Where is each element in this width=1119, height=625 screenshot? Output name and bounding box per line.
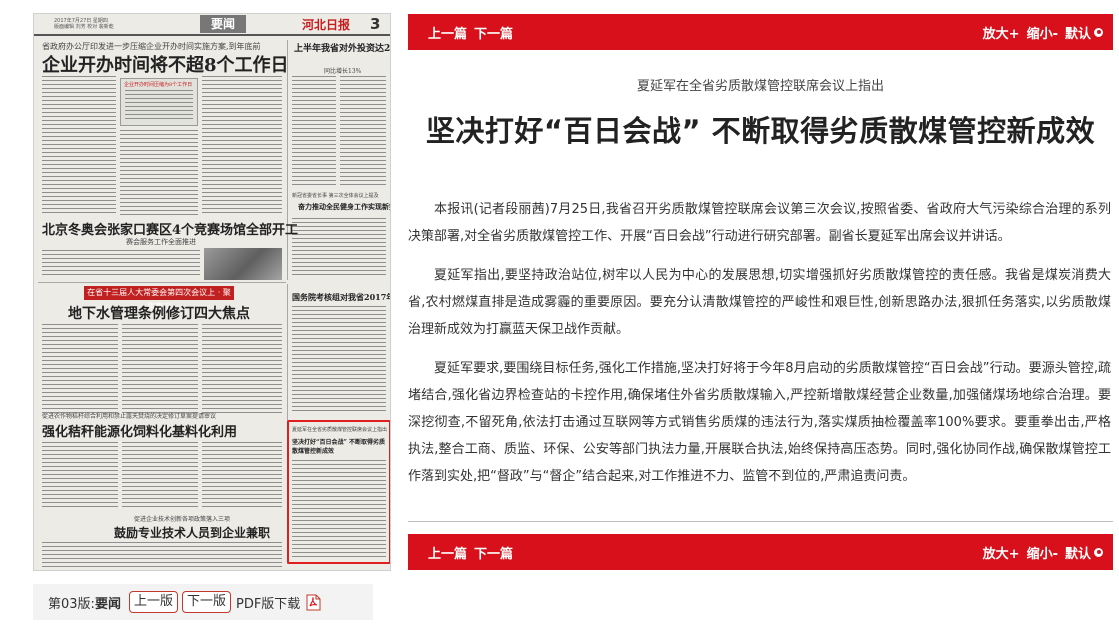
prev-article-button[interactable]: 上一篇 <box>428 23 467 42</box>
beijing-subheadline: 赛会服务工作全面推进 <box>126 238 196 246</box>
text-column <box>122 442 198 510</box>
talent-kicker: 促进企业技术创新各项政策落入三项 <box>134 516 231 523</box>
side-subheadline: 同比增长13% <box>324 68 362 75</box>
text-column <box>42 250 200 278</box>
reset-label: 默认 <box>1064 26 1091 42</box>
straw-kicker: 促进农作物秸秆综合利用和禁止露天焚烧的决定修订草案提请审议 <box>42 413 217 420</box>
text-column <box>42 442 118 510</box>
beijing-headline: 北京冬奥会张家口赛区4个竞赛场馆全部开工 <box>42 223 299 238</box>
info-box: 企业开办时间压缩为8个工作日 <box>120 78 198 126</box>
text-column <box>42 324 118 416</box>
next-article-button[interactable]: 下一篇 <box>474 543 513 562</box>
zoom-in-button[interactable]: 放大+ <box>983 543 1020 562</box>
next-article-button[interactable]: 下一篇 <box>474 23 513 42</box>
reset-size-button[interactable]: 默认 <box>1065 23 1103 42</box>
paper-masthead: 河北日报 <box>302 18 351 32</box>
straw-headline: 强化秸秆能源化饲料化基料化利用 <box>42 425 238 440</box>
article-subtitle: 夏延军在全省劣质散煤管控联席会议上指出 <box>636 79 884 94</box>
paper-section: 要闻 <box>200 15 246 33</box>
paper-page-number: 3 <box>370 15 381 33</box>
state-headline: 国务院考核组对我省2017年度消防工作进行考核 <box>292 292 390 302</box>
page-label: 第03版:要闻 <box>48 596 121 612</box>
newspaper-page-thumbnail[interactable]: 2017年7月27日 星期四 版面编辑 刘芳 校对 裴新乾 要闻 河北日报 3 … <box>33 13 391 571</box>
reset-label: 默认 <box>1064 546 1091 562</box>
zoom-out-button[interactable]: 缩小- <box>1027 543 1058 562</box>
article-paragraph: 夏延军要求,要围绕目标任务,强化工作措施,坚决打好将于今年8月启动的劣质散煤管控… <box>408 361 1111 484</box>
prev-page-button[interactable]: 上一版 <box>128 591 178 613</box>
article-divider <box>408 521 1113 522</box>
reset-icon <box>1094 27 1103 37</box>
article-body: 本报讯(记者段丽茜)7月25日,我省召开劣质散煤管控联席会议第三次会议,按照省委… <box>408 196 1111 502</box>
column-headline: 奋力推动全民健身工作实现新突破 <box>298 202 390 211</box>
text-column <box>202 442 282 510</box>
paper-header: 2017年7月27日 星期四 版面编辑 刘芳 校对 裴新乾 要闻 河北日报 3 <box>34 14 390 36</box>
news-photo <box>204 248 282 280</box>
article-toolbar-top: 上一篇 下一篇 放大+ 缩小- 默认 <box>408 14 1113 50</box>
column-kicker: 新冠省委省长事 第三次全体会议上提及 <box>292 193 379 199</box>
text-column <box>340 76 386 186</box>
zoom-out-button[interactable]: 缩小- <box>1027 23 1058 42</box>
pdf-icon[interactable] <box>306 594 321 611</box>
zoom-in-button[interactable]: 放大+ <box>983 23 1020 42</box>
text-column <box>125 90 193 122</box>
page-navigation: 第03版:要闻 上一版 下一版 PDF版下载 <box>33 584 373 620</box>
article-toolbar-bottom: 上一篇 下一篇 放大+ 缩小- 默认 <box>408 534 1113 570</box>
text-column <box>292 218 386 276</box>
text-column <box>42 76 116 216</box>
text-column <box>122 324 198 416</box>
lead-headline: 企业开办时间将不超8个工作日 <box>42 55 289 76</box>
article-paragraph: 夏延军指出,要坚持政治站位,树牢以人民为中心的发展思想,切实增强抓好劣质散煤管控… <box>408 268 1111 337</box>
box-heading: 企业开办时间压缩为8个工作日 <box>124 82 193 88</box>
pdf-download-link[interactable]: PDF版下载 <box>236 593 300 612</box>
section-divider <box>38 282 286 283</box>
article-paragraph: 本报讯(记者段丽茜)7月25日,我省召开劣质散煤管控联席会议第三次会议,按照省委… <box>408 202 1111 244</box>
reset-icon <box>1094 547 1103 557</box>
paper-date: 2017年7月27日 星期四 版面编辑 刘芳 校对 裴新乾 <box>54 18 114 30</box>
reset-size-button[interactable]: 默认 <box>1065 543 1103 562</box>
text-column <box>202 324 282 416</box>
side-headline: 上半年我省对外投资达29.9亿美元 <box>294 44 390 54</box>
article-title: 坚决打好“百日会战” 不断取得劣质散煤管控新成效 <box>425 114 1096 148</box>
column-divider <box>287 40 288 280</box>
text-column <box>120 130 198 216</box>
water-headline: 地下水管理条例修订四大焦点 <box>68 306 250 322</box>
text-column <box>202 76 282 216</box>
text-column <box>42 542 282 568</box>
current-article-highlight[interactable] <box>287 420 390 564</box>
section-band: 在省十三届人大常委会第四次会议上 · 聚焦审议 <box>84 286 234 311</box>
text-column <box>292 306 386 414</box>
text-column <box>292 76 336 186</box>
prev-article-button[interactable]: 上一篇 <box>428 543 467 562</box>
next-page-button[interactable]: 下一版 <box>181 591 231 613</box>
talent-headline: 鼓励专业技术人员到企业兼职 <box>114 526 271 540</box>
